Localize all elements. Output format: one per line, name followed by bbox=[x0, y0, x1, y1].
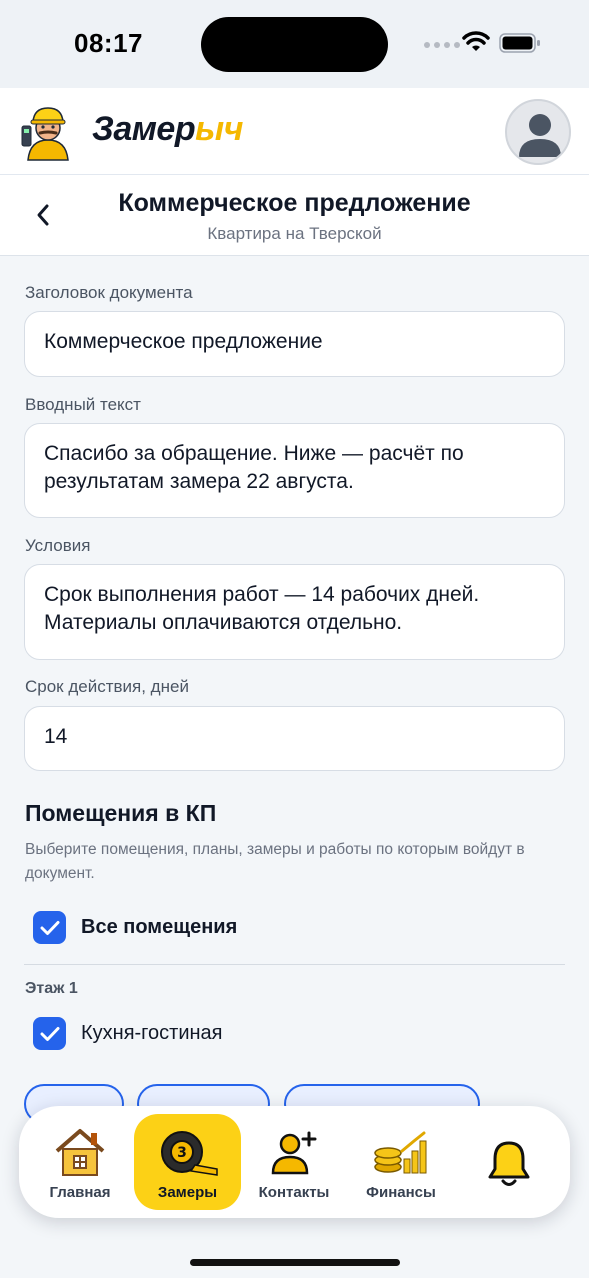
app-header: Замерыч bbox=[0, 88, 589, 175]
rooms-section-description: Выберите помещения, планы, замеры и рабо… bbox=[25, 841, 525, 882]
nav-finance[interactable]: Финансы bbox=[354, 1106, 448, 1218]
nav-finance-label: Финансы bbox=[366, 1184, 436, 1201]
svg-text:3: 3 bbox=[177, 1145, 187, 1161]
checkmark-icon bbox=[40, 1026, 59, 1041]
room-kitchen-living-checkbox[interactable] bbox=[33, 1017, 66, 1050]
checkmark-icon bbox=[40, 920, 59, 935]
app-logo-text: Замерыч bbox=[92, 110, 243, 148]
status-bar: 08:17 bbox=[0, 0, 589, 88]
battery-icon bbox=[499, 33, 540, 53]
terms-field[interactable]: Срок выполнения работ — 14 рабочих дней.… bbox=[24, 564, 565, 660]
doc-title-label: Заголовок документа bbox=[25, 283, 193, 302]
room-kitchen-living-label[interactable]: Кухня-гостиная bbox=[81, 1022, 223, 1045]
divider bbox=[24, 964, 565, 965]
coins-growth-icon bbox=[374, 1131, 427, 1174]
nav-contacts[interactable]: Контакты bbox=[249, 1106, 339, 1218]
tape-measure-icon: 3 bbox=[160, 1131, 218, 1176]
intro-text-field[interactable]: Спасибо за обращение. Ниже — расчёт по р… bbox=[24, 423, 565, 518]
page-heading: Коммерческое предложение Квартира на Тве… bbox=[0, 175, 589, 256]
validity-days-field[interactable]: 14 bbox=[24, 706, 565, 771]
nav-measures-label: Замеры bbox=[157, 1184, 218, 1201]
house-icon bbox=[55, 1129, 105, 1176]
intro-text-label: Вводный текст bbox=[25, 395, 141, 414]
mascot-logo-icon bbox=[21, 107, 69, 161]
rooms-section-title: Помещения в КП bbox=[25, 800, 217, 826]
doc-title-field[interactable]: Коммерческое предложение bbox=[24, 311, 565, 377]
nav-notifications[interactable] bbox=[464, 1106, 554, 1218]
floor-label: Этаж 1 bbox=[25, 980, 78, 997]
cellular-signal-icon bbox=[424, 42, 460, 48]
user-icon bbox=[519, 114, 561, 157]
wifi-icon bbox=[462, 31, 490, 51]
page-subtitle: Квартира на Тверской bbox=[207, 224, 382, 243]
nav-home[interactable]: Главная bbox=[34, 1106, 126, 1218]
bottom-navigation: Главная 3 Замеры Контакты Финансы bbox=[19, 1106, 570, 1218]
all-rooms-label[interactable]: Все помещения bbox=[81, 916, 237, 939]
nav-contacts-label: Контакты bbox=[258, 1184, 330, 1201]
page-title: Коммерческое предложение bbox=[118, 189, 471, 217]
avatar[interactable] bbox=[505, 99, 571, 165]
validity-days-label: Срок действия, дней bbox=[25, 677, 189, 696]
home-indicator bbox=[190, 1259, 400, 1266]
nav-measures[interactable]: 3 Замеры bbox=[134, 1106, 241, 1218]
terms-label: Условия bbox=[25, 536, 91, 555]
add-contact-icon bbox=[271, 1131, 317, 1175]
dynamic-island bbox=[201, 17, 388, 72]
all-rooms-checkbox[interactable] bbox=[33, 911, 66, 944]
nav-home-label: Главная bbox=[49, 1184, 111, 1201]
bell-icon bbox=[488, 1141, 530, 1186]
status-time: 08:17 bbox=[74, 28, 143, 58]
